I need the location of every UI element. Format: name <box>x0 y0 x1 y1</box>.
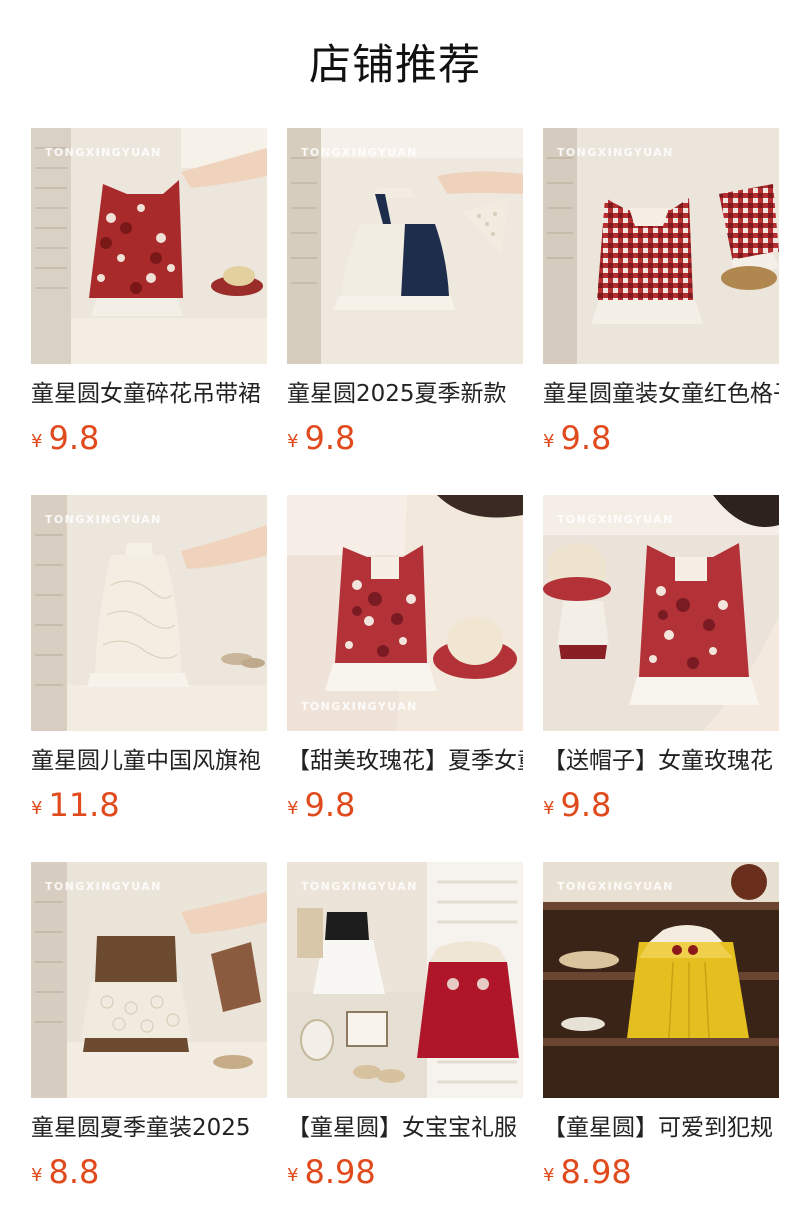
product-image[interactable]: TONGXINGYUAN <box>543 862 779 1098</box>
product-price: ¥9.8 <box>31 416 267 460</box>
brand-watermark: TONGXINGYUAN <box>301 880 418 893</box>
price-amount: 9.8 <box>48 419 100 457</box>
floral-dress-photo <box>31 128 267 364</box>
brand-watermark: TONGXINGYUAN <box>557 146 674 159</box>
currency-symbol: ¥ <box>31 1165 43 1186</box>
store-recommendation-page: 店铺推荐 TONGXINGYUAN 童星圆女童碎花吊带裙 ¥ 9.8 TONGX… <box>0 0 790 1230</box>
currency-symbol: ¥ <box>543 1165 555 1186</box>
product-name[interactable]: 【送帽子】女童玫瑰花 <box>543 743 779 779</box>
product-price: ¥8.8 <box>31 1150 267 1194</box>
product-price: ¥9.8 <box>543 783 779 827</box>
brand-watermark: TONGXINGYUAN <box>301 700 418 713</box>
product-price: ¥11.8 <box>31 783 267 827</box>
product-name[interactable]: 【童星圆】可爱到犯规 <box>543 1110 779 1146</box>
currency-symbol: ¥ <box>287 431 299 452</box>
product-card[interactable]: TONGXINGYUAN 童星圆2025夏季新款 ¥9.8 <box>287 128 523 495</box>
product-image[interactable]: TONGXINGYUAN <box>287 128 523 364</box>
product-name[interactable]: 童星圆童装女童红色格子 <box>543 376 779 412</box>
price-amount: 9.8 <box>560 419 612 457</box>
product-card[interactable]: TONGXINGYUAN 【童星圆】女宝宝礼服 ¥8.98 <box>287 862 523 1229</box>
rose-dress-hat-photo <box>287 495 523 731</box>
brand-watermark: TONGXINGYUAN <box>45 146 162 159</box>
price-amount: 9.8 <box>304 419 356 457</box>
product-name[interactable]: 童星圆2025夏季新款 <box>287 376 523 412</box>
product-image[interactable]: TONGXINGYUAN <box>287 495 523 731</box>
product-name[interactable]: 童星圆儿童中国风旗袍 <box>31 743 267 779</box>
product-name[interactable]: 童星圆夏季童装2025 <box>31 1110 267 1146</box>
product-price: ¥9.8 <box>543 416 779 460</box>
lace-qipao-dress-photo <box>31 495 267 731</box>
product-price: ¥8.98 <box>543 1150 779 1194</box>
product-image[interactable]: TONGXINGYUAN <box>31 862 267 1098</box>
product-name[interactable]: 【童星圆】女宝宝礼服 <box>287 1110 523 1146</box>
crochet-lace-dress-photo <box>31 862 267 1098</box>
currency-symbol: ¥ <box>31 798 43 819</box>
red-bow-dress-photo <box>287 862 523 1098</box>
product-image[interactable]: TONGXINGYUAN <box>31 128 267 364</box>
navy-white-dress-photo <box>287 128 523 364</box>
price-amount: 8.98 <box>560 1153 632 1191</box>
currency-symbol: ¥ <box>543 431 555 452</box>
price-amount: 9.8 <box>304 786 356 824</box>
product-card[interactable]: TONGXINGYUAN 童星圆童装女童红色格子 ¥9.8 <box>543 128 779 495</box>
currency-symbol: ¥ <box>287 1165 299 1186</box>
product-card[interactable]: TONGXINGYUAN 童星圆夏季童装2025 ¥8.8 <box>31 862 267 1229</box>
product-image[interactable]: TONGXINGYUAN <box>543 495 779 731</box>
brand-watermark: TONGXINGYUAN <box>301 146 418 159</box>
currency-symbol: ¥ <box>287 798 299 819</box>
rose-dress-sunhat-photo <box>543 495 779 731</box>
price-amount: 8.8 <box>48 1153 100 1191</box>
brand-watermark: TONGXINGYUAN <box>557 880 674 893</box>
product-price: ¥9.8 <box>287 783 523 827</box>
price-amount: 11.8 <box>48 786 120 824</box>
red-gingham-dress-photo <box>543 128 779 364</box>
brand-watermark: TONGXINGYUAN <box>557 513 674 526</box>
currency-symbol: ¥ <box>543 798 555 819</box>
product-price: ¥8.98 <box>287 1150 523 1194</box>
product-card[interactable]: TONGXINGYUAN 童星圆儿童中国风旗袍 ¥11.8 <box>31 495 267 862</box>
product-image[interactable]: TONGXINGYUAN <box>543 128 779 364</box>
price-amount: 8.98 <box>304 1153 376 1191</box>
product-image[interactable]: TONGXINGYUAN <box>287 862 523 1098</box>
section-title: 店铺推荐 <box>308 40 481 89</box>
product-name[interactable]: 【甜美玫瑰花】夏季女童 <box>287 743 523 779</box>
brand-watermark: TONGXINGYUAN <box>45 880 162 893</box>
product-card[interactable]: TONGXINGYUAN 童星圆女童碎花吊带裙 ¥9.8 <box>31 128 267 495</box>
product-name[interactable]: 童星圆女童碎花吊带裙 <box>31 376 267 412</box>
product-grid: TONGXINGYUAN 童星圆女童碎花吊带裙 ¥9.8 TONGXINGYUA… <box>31 128 790 1229</box>
product-price: ¥9.8 <box>287 416 523 460</box>
price-amount: 9.8 <box>560 786 612 824</box>
yellow-dress-photo <box>543 862 779 1098</box>
product-card[interactable]: TONGXINGYUAN 【送帽子】女童玫瑰花 ¥9.8 <box>543 495 779 862</box>
product-image[interactable]: TONGXINGYUAN <box>31 495 267 731</box>
currency-symbol: ¥ <box>31 431 43 452</box>
product-card[interactable]: TONGXINGYUAN 【童星圆】可爱到犯规 ¥8.98 <box>543 862 779 1229</box>
product-card[interactable]: TONGXINGYUAN 【甜美玫瑰花】夏季女童 ¥9.8 <box>287 495 523 862</box>
brand-watermark: TONGXINGYUAN <box>45 513 162 526</box>
